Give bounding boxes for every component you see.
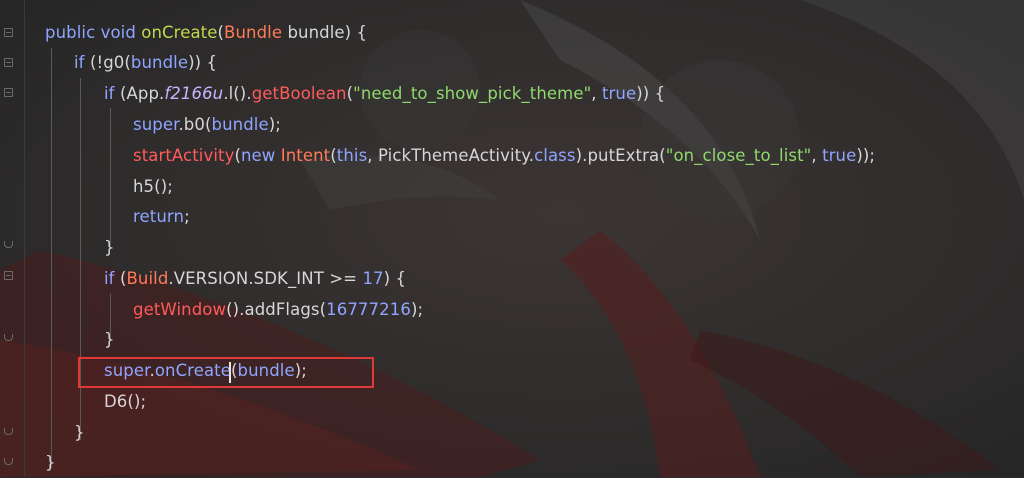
- text-cursor: [229, 362, 231, 383]
- keyword: return: [133, 207, 185, 226]
- keyword: void: [100, 23, 136, 42]
- keyword: new: [240, 146, 276, 165]
- keyword: if: [104, 269, 115, 288]
- code-line[interactable]: super.b0(bundle);: [133, 110, 281, 140]
- code-text: (!g0(: [89, 53, 131, 72]
- fold-end-marker-icon[interactable]: [4, 428, 13, 435]
- code-text: D6();: [104, 392, 147, 411]
- fold-end-marker-icon[interactable]: [4, 241, 13, 248]
- code-text: .l().: [223, 84, 252, 103]
- punctuation: ;: [184, 207, 190, 226]
- code-line[interactable]: h5();: [133, 172, 173, 202]
- brace: }: [45, 453, 56, 472]
- punctuation: )) {: [636, 84, 666, 103]
- punctuation: ,: [811, 146, 823, 165]
- code-line[interactable]: if (!g0(bundle)) {: [74, 48, 217, 78]
- code-text: .VERSION.SDK_INT >=: [168, 269, 363, 288]
- fold-marker-icon[interactable]: [4, 58, 13, 67]
- fold-end-marker-icon[interactable]: [4, 334, 13, 341]
- number-literal: 17: [362, 269, 384, 288]
- code-line[interactable]: if (Build.VERSION.SDK_INT >= 17) {: [104, 264, 406, 294]
- code-text: h5();: [133, 177, 173, 196]
- code-line[interactable]: }: [104, 233, 115, 263]
- variable: bundle: [130, 53, 189, 72]
- keyword: class: [534, 146, 576, 165]
- method-name: onCreate: [141, 23, 218, 42]
- punctuation: );: [268, 115, 281, 134]
- indent-guide: [51, 48, 52, 468]
- brace: }: [104, 330, 115, 349]
- fold-marker-icon[interactable]: [4, 271, 13, 280]
- code-line[interactable]: if (App.f2166u.l().getBoolean("need_to_s…: [104, 79, 665, 109]
- string-literal: "on_close_to_list": [665, 146, 812, 165]
- punctuation: ) {: [383, 269, 407, 288]
- indent-guide: [110, 108, 111, 246]
- punctuation: ,: [591, 84, 602, 103]
- keyword: if: [74, 53, 85, 72]
- punctuation: ) {: [344, 23, 368, 42]
- variable: bundle: [211, 115, 269, 134]
- highlight-box: [78, 357, 374, 388]
- code-text: ).putExtra(: [575, 146, 666, 165]
- punctuation: )) {: [188, 53, 218, 72]
- param-name: bundle: [287, 23, 345, 42]
- code-text: ().addFlags(: [226, 300, 327, 319]
- code-line[interactable]: }: [45, 448, 56, 478]
- code-line[interactable]: }: [104, 325, 115, 355]
- code-line[interactable]: getWindow().addFlags(16777216);: [133, 295, 423, 325]
- keyword: if: [104, 84, 115, 103]
- fold-marker-icon[interactable]: [4, 88, 13, 97]
- brace: }: [104, 238, 115, 257]
- brace: }: [74, 423, 85, 442]
- code-text: (App.: [119, 84, 165, 103]
- static-field: f2166u: [164, 84, 224, 103]
- code-line[interactable]: return;: [133, 202, 190, 232]
- code-text: , PickThemeActivity.: [367, 146, 535, 165]
- code-line[interactable]: public void onCreate(Bundle bundle) {: [45, 18, 367, 48]
- code-text: .b0(: [178, 115, 212, 134]
- keyword: true: [601, 84, 637, 103]
- code-line[interactable]: D6();: [104, 387, 146, 417]
- code-line[interactable]: }: [74, 418, 85, 448]
- method-name: getBoolean: [251, 84, 347, 103]
- keyword: true: [822, 146, 857, 165]
- type-name: Build: [126, 269, 169, 288]
- keyword: this: [336, 146, 368, 165]
- editor-gutter: [0, 0, 25, 477]
- keyword: super: [133, 115, 179, 134]
- method-name: getWindow: [133, 300, 227, 319]
- type-name: Bundle: [224, 23, 283, 42]
- keyword: public: [45, 23, 96, 42]
- code-line[interactable]: startActivity(new Intent(this, PickTheme…: [133, 141, 875, 171]
- punctuation: );: [410, 300, 424, 319]
- punctuation: ));: [856, 146, 876, 165]
- method-name: startActivity: [133, 146, 235, 165]
- fold-end-marker-icon[interactable]: [4, 458, 13, 465]
- type-name: Intent: [280, 146, 331, 165]
- fold-marker-icon[interactable]: [4, 28, 13, 37]
- number-literal: 16777216: [326, 300, 411, 319]
- string-literal: "need_to_show_pick_theme": [353, 84, 592, 103]
